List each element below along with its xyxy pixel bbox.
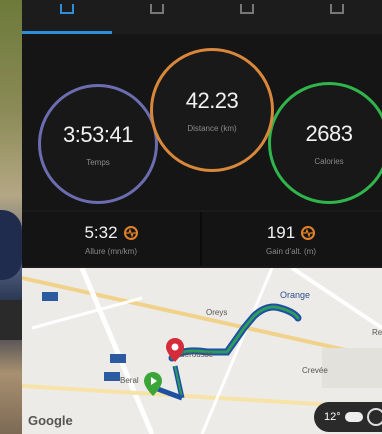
start-marker-icon[interactable]	[144, 372, 162, 396]
tab-overview[interactable]	[22, 0, 112, 34]
calories-value: 2683	[305, 120, 353, 146]
more-icon	[330, 4, 344, 14]
overview-icon	[60, 4, 74, 14]
weather-ring-icon	[366, 408, 382, 426]
tab-charts[interactable]	[202, 0, 292, 34]
road-sign-badge	[104, 372, 120, 381]
road-sign-badge	[42, 292, 58, 301]
time-label: Temps	[86, 157, 110, 167]
laps-icon	[150, 4, 164, 14]
distance-label: Distance (km)	[187, 123, 237, 133]
calories-ring: 2683 Calories	[268, 82, 382, 204]
place-label: Crevée	[302, 366, 328, 375]
end-marker-icon[interactable]	[166, 338, 184, 362]
tab-bar	[22, 0, 382, 34]
pace-label: Allure (mn/km)	[84, 246, 137, 256]
weather-badge[interactable]: 12°	[314, 402, 382, 432]
road-sign-badge	[110, 354, 126, 363]
background-photo	[0, 0, 22, 434]
pace-value: 5:32	[84, 222, 118, 242]
elevation-label: Gain d'alt. (m)	[266, 246, 316, 256]
place-label: Beral	[120, 376, 139, 385]
tab-more[interactable]	[292, 0, 382, 34]
pace-metric[interactable]: 5:32 Allure (mn/km)	[22, 212, 202, 266]
distance-value: 42.23	[185, 87, 239, 113]
pulse-icon	[123, 225, 138, 240]
pulse-icon	[301, 225, 316, 240]
tab-laps[interactable]	[112, 0, 202, 34]
elevation-value: 191	[266, 222, 296, 242]
elevation-metric[interactable]: 191 Gain d'alt. (m)	[202, 212, 380, 266]
time-ring: 3:53:41 Temps	[38, 84, 158, 204]
metrics-row: 5:32 Allure (mn/km) 191 Gain d'alt. (m)	[22, 212, 382, 266]
place-label: Re	[372, 328, 382, 337]
route-map[interactable]: Orange Oreys Caderousse Beral Crevée Re …	[22, 268, 382, 434]
time-value: 3:53:41	[63, 121, 133, 147]
cloud-icon	[344, 412, 363, 422]
place-label: Oreys	[206, 308, 228, 317]
place-label: Orange	[280, 290, 311, 300]
google-attribution: Google	[28, 413, 73, 428]
calories-label: Calories	[314, 156, 344, 166]
weather-temp: 12°	[324, 411, 341, 423]
summary-stats: 3:53:41 Temps 2683 Calories 42.23 Distan…	[22, 34, 382, 210]
charts-icon	[240, 4, 254, 14]
distance-ring: 42.23 Distance (km)	[150, 48, 274, 172]
activity-screen: 3:53:41 Temps 2683 Calories 42.23 Distan…	[22, 0, 382, 434]
